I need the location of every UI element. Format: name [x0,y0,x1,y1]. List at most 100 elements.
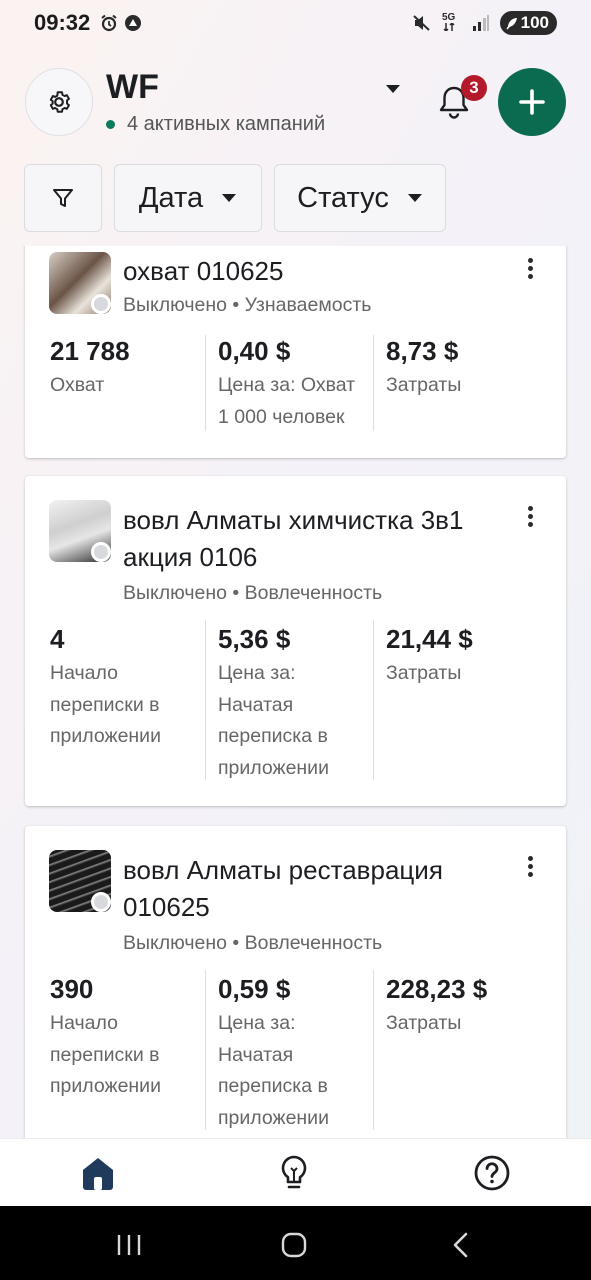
separator-dot: • [232,294,245,316]
header: WF 4 активных кампаний 3 Дата Статус [0,46,591,246]
alarm-icon [100,14,118,32]
stat-label: Начало переписки в приложении [50,662,161,747]
status-filter-dropdown[interactable]: Статус [274,164,446,232]
campaign-objective: Узнаваемость [244,294,372,316]
create-campaign-button[interactable] [498,68,566,136]
divider [373,620,374,780]
system-back-button[interactable] [446,1230,476,1260]
account-switcher-chevron-icon[interactable] [384,82,402,100]
campaign-status: Выключено [123,294,227,316]
campaign-list[interactable]: охват 010625 Выключено • Узнаваемость 21… [0,246,591,1138]
campaign-status: Выключено [123,932,227,954]
campaign-title: вовл Алматы реставрация 010625 [123,855,443,922]
stat-label: Начало переписки в приложении [50,1012,161,1097]
chevron-down-icon [407,194,422,202]
stat-value: 0,59 $ [218,974,291,1004]
campaign-objective: Вовлеченность [244,932,383,954]
campaign-status-line: Выключено • Вовлеченность [123,932,382,955]
active-campaigns-count: 4 активных кампаний [127,113,326,135]
divider [205,970,206,1130]
recents-button[interactable] [114,1230,144,1260]
network-indicator: 5G [442,12,456,34]
stat-cost-per-result: 5,36 $ Цена за: Начатая переписка в прил… [218,624,370,784]
stat-label: Затраты [386,374,462,396]
date-filter-label: Дата [138,181,204,214]
date-filter-dropdown[interactable]: Дата [114,164,262,232]
more-options-icon[interactable] [526,258,534,279]
separator-dot: • [232,582,245,604]
status-dot [91,542,111,562]
status-bar: 09:32 5G 100 [0,0,591,46]
notification-count-badge: 3 [461,75,487,101]
stat-cost-per-result: 0,59 $ Цена за: Начатая переписка в прил… [218,974,370,1134]
campaign-title: охват 010625 [123,256,284,286]
stat-spend: 21,44 $ Затраты [386,624,536,690]
stat-label: Цена за: Начатая переписка в приложении [218,1012,329,1129]
chevron-down-icon [222,194,237,202]
system-navigation-bar [0,1206,591,1280]
stat-label: Цена за: Охват 1 000 человек [218,374,356,428]
bottom-navigation [0,1138,591,1206]
more-options-icon[interactable] [526,856,534,877]
active-campaigns-status: 4 активных кампаний [106,113,325,136]
status-time: 09:32 [34,10,91,35]
stat-results: 390 Начало переписки в приложении [50,974,200,1103]
plus-icon [519,89,545,115]
divider [205,620,206,780]
filter-icon [53,189,73,207]
campaign-status-line: Выключено • Вовлеченность [123,582,382,605]
campaign-status-line: Выключено • Узнаваемость [123,294,371,317]
campaign-card[interactable]: охват 010625 Выключено • Узнаваемость 21… [25,246,566,458]
separator-dot: • [232,932,245,954]
mute-icon [412,14,432,32]
campaign-card[interactable]: вовл Алматы химчистка 3в1 акция 0106 Вык… [25,476,566,806]
status-dot [91,892,111,912]
campaign-objective: Вовлеченность [244,582,383,604]
app-notification-icon [124,14,142,32]
back-icon [453,1232,468,1258]
account-name[interactable]: WF [106,68,159,107]
divider [205,335,206,431]
system-home-button[interactable] [279,1230,309,1260]
stat-results: 4 Начало переписки в приложении [50,624,200,753]
home-icon [83,1158,113,1190]
campaign-card[interactable]: вовл Алматы реставрация 010625 Выключено… [25,826,566,1138]
recents-icon [117,1235,141,1255]
stat-label: Затраты [386,662,462,684]
status-filter-label: Статус [297,181,389,214]
home-circle-icon [281,1232,307,1258]
battery-icon: 100 [499,11,557,35]
stat-spend: 8,73 $ Затраты [386,336,536,402]
divider [373,970,374,1130]
active-status-dot [106,120,115,129]
gear-icon [49,91,70,113]
campaign-status: Выключено [123,582,227,604]
stat-value: 21,44 $ [386,624,473,654]
stat-value: 4 [50,624,65,654]
lightbulb-icon [281,1155,307,1189]
stat-value: 390 [50,974,94,1004]
stat-value: 5,36 $ [218,624,291,654]
nav-recommendations[interactable] [274,1153,314,1193]
stat-label: Охват [50,374,105,396]
stat-cost-per-result: 0,40 $ Цена за: Охват 1 000 человек [218,336,370,433]
more-options-icon[interactable] [526,506,534,527]
stat-value: 0,40 $ [218,336,291,366]
signal-icon [472,14,490,32]
divider [373,335,374,431]
status-dot [91,294,111,314]
stat-label: Затраты [386,1012,462,1034]
stat-spend: 228,23 $ Затраты [386,974,536,1040]
stat-results: 21 788 Охват [50,336,200,402]
campaign-title: вовл Алматы химчистка 3в1 акция 0106 [123,505,464,572]
filter-button[interactable] [24,164,102,232]
nav-help[interactable] [472,1153,512,1193]
battery-level: 100 [520,13,549,32]
settings-button[interactable] [25,68,93,136]
stat-label: Цена за: Начатая переписка в приложении [218,662,329,779]
filter-bar: Дата Статус [24,164,446,232]
stat-value: 8,73 $ [386,336,459,366]
help-icon [474,1155,510,1191]
stat-value: 21 788 [50,336,130,366]
nav-home[interactable] [78,1153,118,1193]
